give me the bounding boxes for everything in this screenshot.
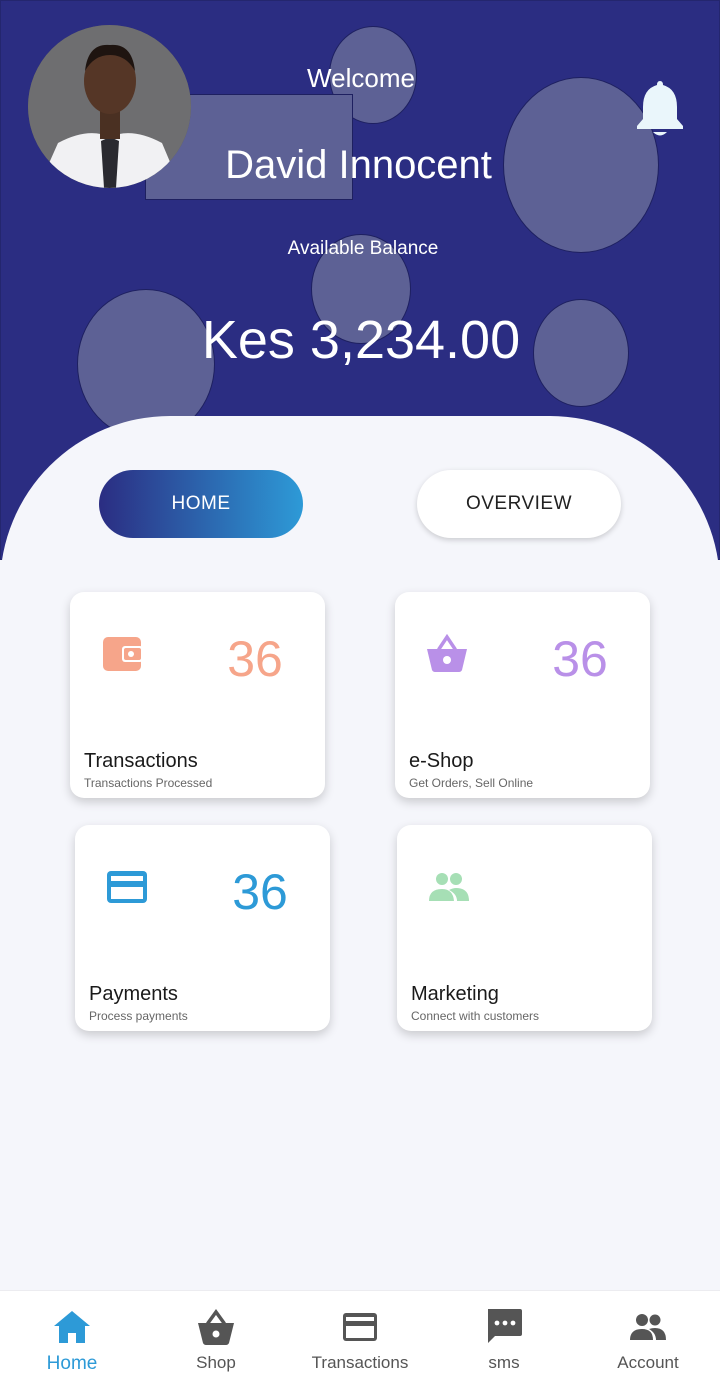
marketing-card[interactable]: Marketing Connect with customers bbox=[397, 825, 652, 1031]
card-subtitle: Get Orders, Sell Online bbox=[409, 776, 534, 790]
card-count: 36 bbox=[552, 631, 608, 687]
card-title: Payments bbox=[89, 983, 178, 1005]
card-title: Transactions bbox=[84, 750, 198, 772]
user-name: David Innocent bbox=[225, 143, 492, 187]
tab-overview[interactable]: OVERVIEW bbox=[417, 470, 621, 538]
eshop-card[interactable]: 36 e-Shop Get Orders, Sell Online bbox=[395, 592, 650, 798]
card-count: 36 bbox=[232, 864, 288, 920]
nav-home-label: Home bbox=[46, 1353, 98, 1374]
card-subtitle: Connect with customers bbox=[411, 1009, 540, 1023]
card-subtitle: Process payments bbox=[89, 1009, 188, 1023]
transactions-card[interactable]: 36 Transactions Transactions Processed bbox=[70, 592, 325, 798]
chat-icon bbox=[488, 1309, 522, 1343]
bell-icon[interactable] bbox=[635, 79, 685, 139]
payments-card[interactable]: 36 Payments Process payments bbox=[75, 825, 330, 1031]
card-title: Marketing bbox=[411, 983, 499, 1005]
welcome-text: Welcome bbox=[307, 63, 415, 93]
people-icon bbox=[429, 873, 469, 901]
people-icon bbox=[630, 1314, 666, 1340]
basket-icon bbox=[198, 1309, 234, 1345]
wallet-icon bbox=[103, 637, 143, 671]
nav-transactions[interactable]: Transactions bbox=[288, 1291, 432, 1386]
card-title: e-Shop bbox=[409, 750, 474, 772]
credit-card-icon bbox=[343, 1313, 377, 1341]
card-count: 36 bbox=[227, 631, 283, 687]
nav-shop-label: Shop bbox=[196, 1353, 236, 1372]
balance-value: Kes 3,234.00 bbox=[201, 310, 521, 370]
basket-icon bbox=[427, 633, 467, 672]
nav-sms[interactable]: sms bbox=[432, 1291, 576, 1386]
nav-sms-label: sms bbox=[488, 1353, 520, 1372]
nav-shop[interactable]: Shop bbox=[144, 1291, 288, 1386]
nav-transactions-label: Transactions bbox=[311, 1353, 409, 1372]
nav-account[interactable]: Account bbox=[576, 1291, 720, 1386]
bottom-nav: Home Shop Transactions sms Account bbox=[0, 1290, 720, 1386]
home-icon bbox=[54, 1311, 90, 1343]
nav-account-label: Account bbox=[617, 1353, 679, 1372]
nav-home[interactable]: Home bbox=[0, 1291, 144, 1386]
tab-home[interactable]: HOME bbox=[99, 470, 303, 538]
balance-label: Available Balance bbox=[287, 238, 439, 259]
credit-card-icon bbox=[107, 871, 147, 903]
card-subtitle: Transactions Processed bbox=[84, 776, 213, 790]
